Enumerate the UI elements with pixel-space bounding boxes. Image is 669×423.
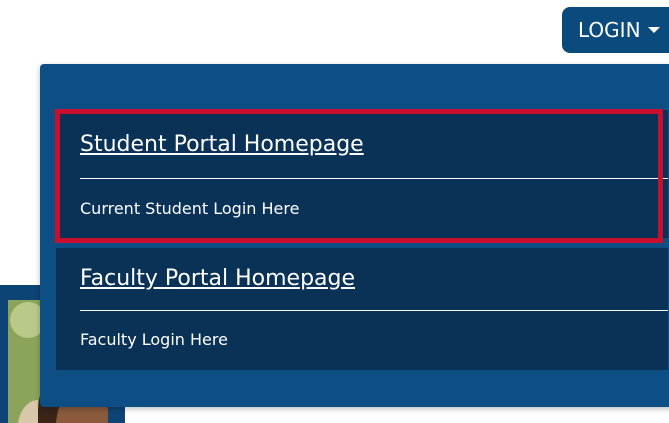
page: LOGIN Student Portal Homepage Current St… bbox=[0, 0, 669, 423]
faculty-login-link[interactable]: Faculty Login Here bbox=[80, 330, 228, 349]
login-label: LOGIN bbox=[578, 18, 641, 42]
student-portal-homepage-link[interactable]: Student Portal Homepage bbox=[80, 132, 364, 157]
current-student-login-link[interactable]: Current Student Login Here bbox=[80, 199, 299, 218]
faculty-portal-homepage-link[interactable]: Faculty Portal Homepage bbox=[80, 266, 355, 291]
chevron-down-icon bbox=[647, 26, 660, 33]
student-portal-item: Student Portal Homepage Current Student … bbox=[56, 110, 668, 238]
divider bbox=[80, 310, 668, 311]
login-dropdown-menu: Student Portal Homepage Current Student … bbox=[40, 64, 669, 407]
login-button[interactable]: LOGIN bbox=[562, 7, 669, 53]
faculty-portal-item: Faculty Portal Homepage Faculty Login He… bbox=[56, 248, 668, 370]
divider bbox=[80, 178, 668, 179]
